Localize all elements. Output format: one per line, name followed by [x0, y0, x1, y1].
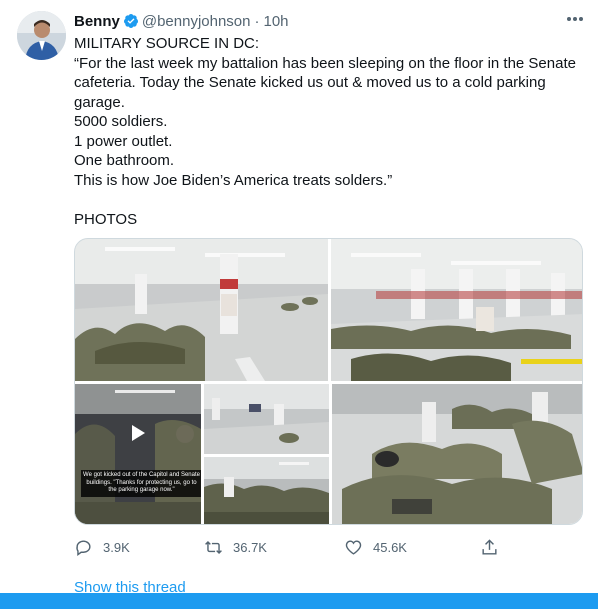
share-button[interactable]	[480, 536, 509, 558]
like-icon	[345, 539, 362, 555]
photo-5[interactable]	[332, 384, 582, 524]
retweet-button[interactable]: 36.7K	[204, 536, 267, 558]
action-bar: 3.9K 36.7K 45.6K	[74, 536, 504, 558]
separator-dot: ·	[254, 12, 260, 30]
tweet-line	[74, 190, 584, 210]
reply-icon	[76, 539, 91, 556]
tweet-card[interactable]: Benny @bennyjohnson · 10h MILITARY SOURC…	[0, 0, 598, 609]
photo-1[interactable]	[75, 239, 328, 381]
photo-4[interactable]	[204, 457, 329, 524]
tweet-line: This is how Joe Biden’s America treats s…	[74, 171, 393, 189]
retweet-count: 36.7K	[233, 539, 267, 555]
photo-2[interactable]	[331, 239, 582, 381]
retweet-icon	[205, 540, 222, 554]
tweet-text: MILITARY SOURCE IN DC: “For the last wee…	[74, 34, 584, 229]
tweet-header: Benny @bennyjohnson · 10h	[74, 11, 289, 31]
reply-button[interactable]: 3.9K	[74, 536, 130, 558]
tweet-line: One bathroom.	[74, 152, 175, 169]
photo-gallery: We got kicked out of the Capitol and Sen…	[74, 238, 583, 525]
photo-3[interactable]	[204, 384, 329, 454]
video-caption: We got kicked out of the Capitol and Sen…	[81, 470, 201, 497]
tweet-line: 5000 soldiers.	[74, 113, 168, 130]
tweet-line: MILITARY SOURCE IN DC:	[74, 35, 260, 52]
more-options-icon[interactable]	[564, 10, 586, 28]
avatar[interactable]	[17, 11, 66, 60]
like-count: 45.6K	[373, 539, 407, 555]
verified-badge-icon	[123, 14, 138, 28]
reply-count: 3.9K	[103, 539, 130, 555]
video-thumbnail[interactable]: We got kicked out of the Capitol and Sen…	[75, 384, 201, 524]
like-button[interactable]: 45.6K	[344, 536, 407, 558]
tweet-line: PHOTOS	[74, 210, 138, 228]
tweet-line: 1 power outlet.	[74, 132, 173, 150]
tweet-line: “For the last week my battalion has been…	[74, 54, 576, 111]
author-handle[interactable]: @bennyjohnson	[142, 13, 251, 30]
play-icon[interactable]	[123, 419, 151, 447]
share-icon	[482, 538, 497, 555]
bottom-banner	[0, 593, 598, 609]
author-name[interactable]: Benny	[74, 13, 120, 30]
tweet-time[interactable]: 10h	[263, 13, 288, 30]
